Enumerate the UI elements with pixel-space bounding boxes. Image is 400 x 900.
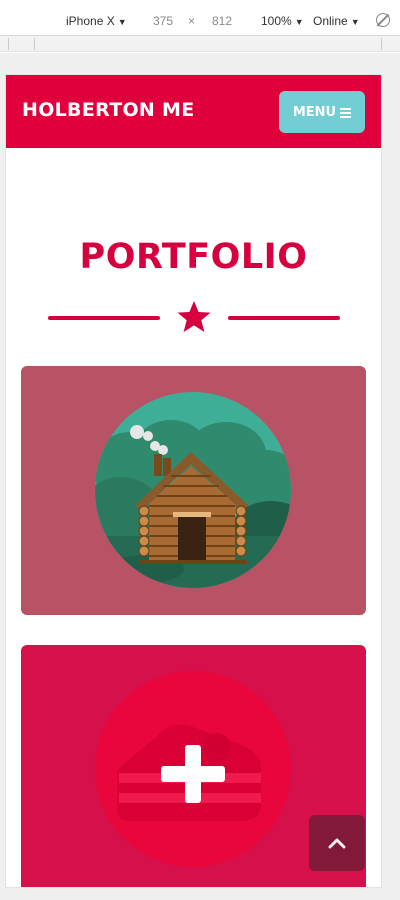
chevron-up-icon [328,838,346,849]
star-icon [177,301,211,332]
media-query-ruler [0,36,400,52]
section-title: PORTFOLIO [79,237,308,277]
width-input[interactable]: 375 [153,13,173,29]
chevron-down-icon: ▼ [117,17,127,27]
brand-logo[interactable]: HOLBERTON ME [22,99,195,121]
navbar: HOLBERTON ME MENU [6,75,381,148]
page-viewport: HOLBERTON ME MENU PORTFOLIO [6,75,381,887]
device-select[interactable]: iPhone X ▼ [66,13,127,30]
device-toolbar: iPhone X ▼ 375 × 812 100% ▼ Online ▼ [0,0,400,36]
height-input[interactable]: 812 [212,13,232,29]
scroll-top-button[interactable] [309,815,365,871]
portfolio-item-cabin[interactable] [21,366,366,615]
device-select-label: iPhone X [66,14,115,28]
network-select-label: Online [313,14,348,28]
ruler-tick [381,38,382,50]
ruler-tick [34,38,35,50]
chevron-down-icon: ▼ [294,17,304,27]
cabin-icon [95,392,291,588]
rotate-icon[interactable] [376,13,390,27]
ruler-tick [8,38,9,50]
zoom-select[interactable]: 100% ▼ [261,13,304,30]
zoom-select-label: 100% [261,14,292,28]
menu-button[interactable]: MENU [279,91,365,133]
bars-icon [340,107,352,118]
divider-line-right [228,316,340,320]
divider-line-left [48,316,160,320]
chevron-down-icon: ▼ [350,17,360,27]
network-select[interactable]: Online ▼ [313,13,360,30]
plus-icon [161,745,225,803]
dimension-separator: × [188,14,196,28]
menu-button-label: MENU [292,104,337,120]
